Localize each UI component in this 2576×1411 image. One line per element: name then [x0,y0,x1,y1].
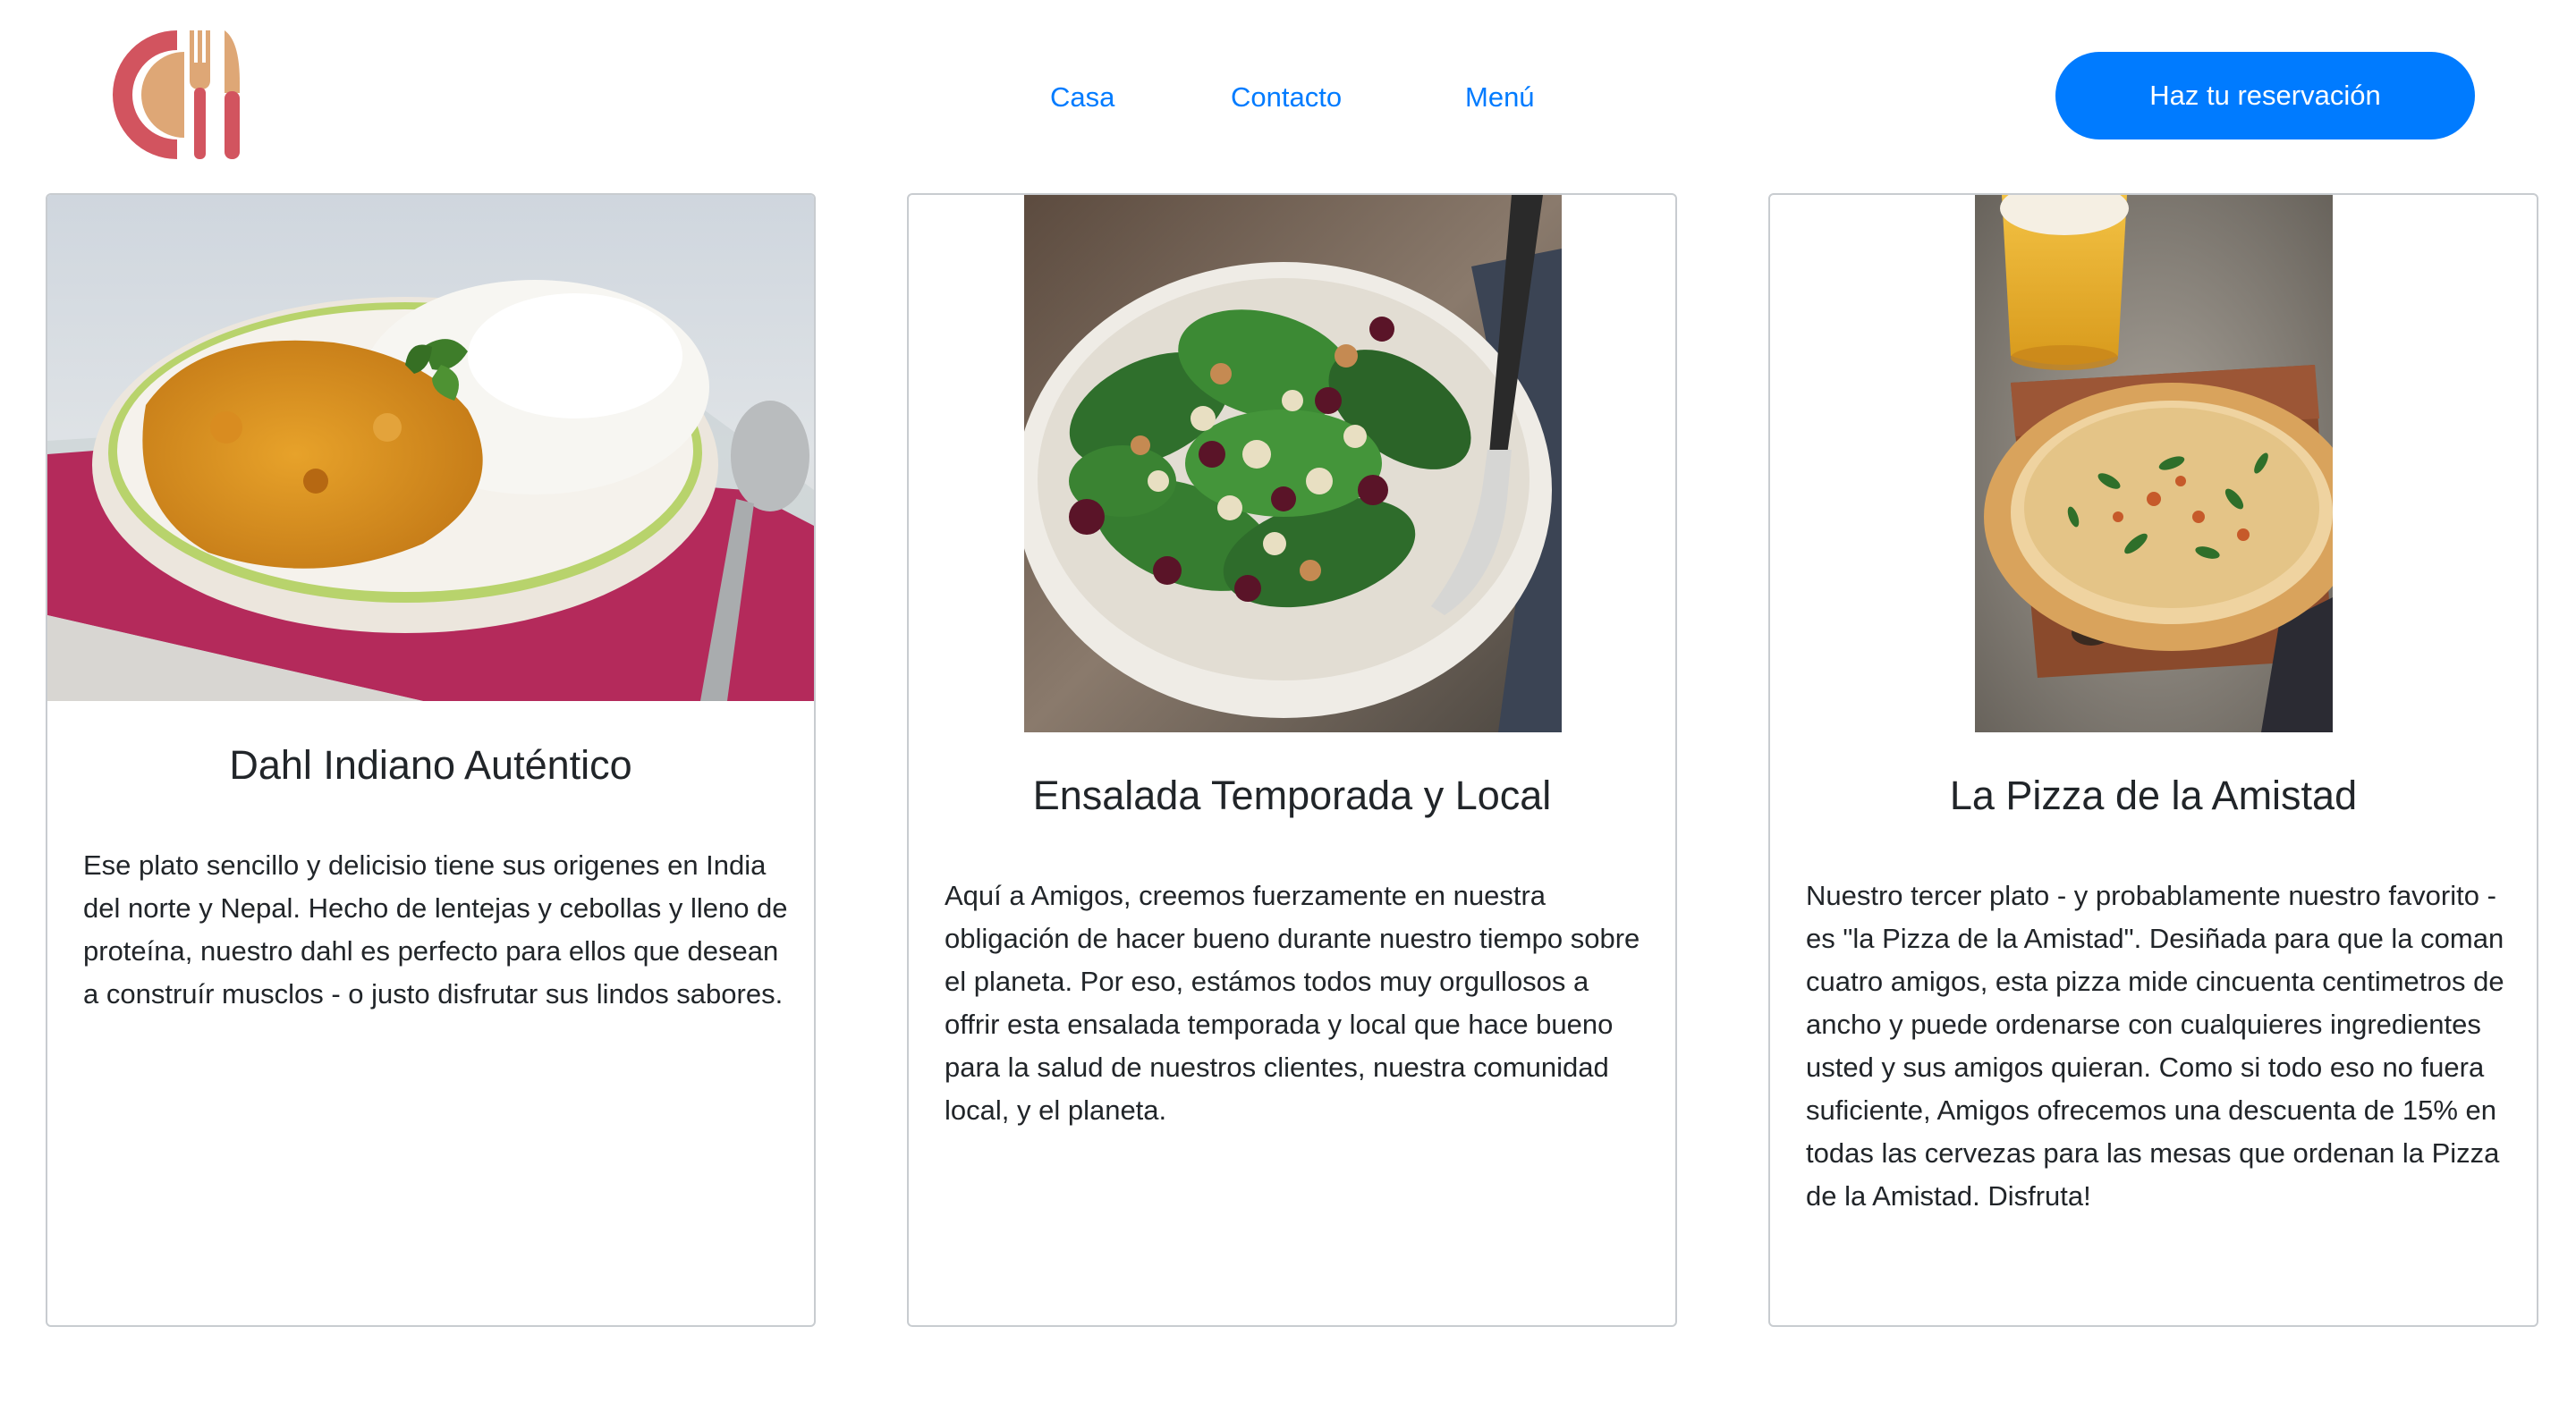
card-title: Dahl Indiano Auténtico [229,742,632,788]
menu-card-dahl: Dahl Indiano Auténtico Ese plato sencill… [46,193,816,1327]
dahl-bowl-photo-icon [47,195,814,701]
card-title: Ensalada Temporada y Local [1032,773,1552,818]
salad-image [1024,195,1562,732]
nav-link-casa[interactable]: Casa [1050,77,1114,118]
salad-bowl-photo-icon [1024,195,1562,732]
nav-link-menu[interactable]: Menú [1465,77,1535,118]
dahl-image [47,195,814,701]
menu-card-pizza: La Pizza de la Amistad Nuestro tercer pl… [1768,193,2538,1327]
pizza-image [1975,195,2333,732]
card-description: Ese plato sencillo y delicisio tiene sus… [83,849,788,1010]
card-description: Aquí a Amigos, creemos fuerzamente en nu… [945,880,1640,1126]
card-description: Nuestro tercer plato - y probablamente n… [1806,880,2504,1212]
pizza-beer-photo-icon [1975,195,2333,732]
card-title: La Pizza de la Amistad [1949,773,2358,818]
menu-card-ensalada: Ensalada Temporada y Local Aquí a Amigos… [907,193,1677,1327]
reservation-button[interactable]: Haz tu reservación [2055,52,2475,139]
nav-link-contacto[interactable]: Contacto [1231,77,1342,118]
